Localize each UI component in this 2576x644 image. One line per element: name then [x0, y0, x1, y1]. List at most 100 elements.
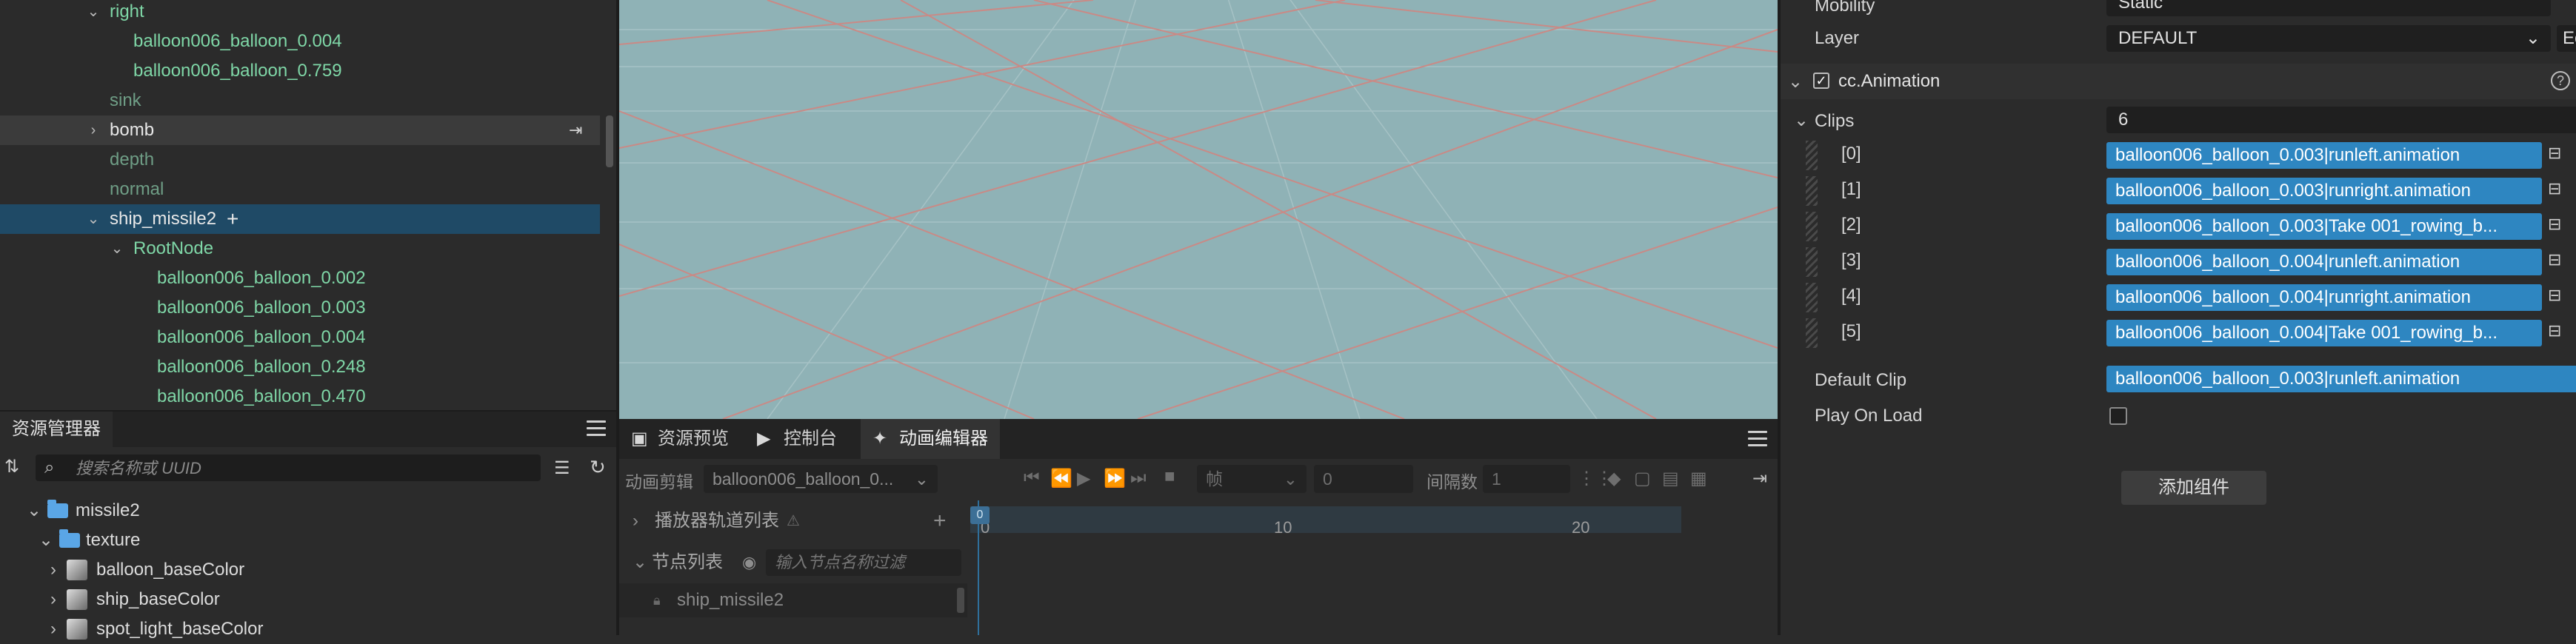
drag-handle[interactable] [1806, 283, 1818, 312]
scrollbar[interactable] [606, 115, 613, 167]
event-icon[interactable]: ▤ [1662, 468, 1679, 489]
keyframe-icon[interactable]: ◆ [1607, 468, 1621, 489]
asset-search-input[interactable] [74, 455, 521, 483]
chevron-down-icon[interactable]: ⌄ [110, 234, 124, 264]
tree-node-ship-missile2[interactable]: ⌄ ship_missile2 + [0, 204, 600, 234]
animation-timeline[interactable]: 0 10 20 0 [970, 500, 1778, 635]
layer-edit-button[interactable]: Ec [2557, 25, 2576, 52]
asset-picker-icon[interactable]: ⊟ [2548, 250, 2570, 272]
asset-picker-icon[interactable]: ⊟ [2548, 321, 2570, 343]
list-view-icon[interactable]: ☰ [554, 457, 570, 479]
eye-icon[interactable]: ◉ [742, 542, 756, 583]
open-prefab-icon[interactable]: ⇥ [569, 121, 587, 139]
frame-unit-select[interactable]: 帧 ⌄ [1197, 465, 1307, 493]
clip-asset-field[interactable]: balloon006_balloon_0.004|Take 001_rowing… [2106, 320, 2542, 346]
playhead-handle[interactable]: 0 [970, 506, 990, 524]
next-frame-icon[interactable]: ⏩ [1104, 468, 1126, 489]
chevron-down-icon[interactable]: ⌄ [1788, 71, 1803, 93]
asset-picker-icon[interactable]: ⊟ [2548, 179, 2570, 201]
drag-handle[interactable] [1806, 212, 1818, 241]
play-on-load-checkbox[interactable] [2109, 407, 2127, 425]
tab-asset-manager[interactable]: 资源管理器 [0, 412, 113, 447]
clip-asset-field[interactable]: balloon006_balloon_0.003|runleft.animati… [2106, 142, 2542, 169]
tree-node[interactable]: balloon006_balloon_0.470 [0, 382, 600, 409]
tree-node-normal[interactable]: normal [0, 175, 600, 204]
add-component-button[interactable]: 添加组件 [2121, 471, 2266, 505]
clips-count-input[interactable]: 6 [2106, 107, 2576, 133]
drag-handle[interactable] [1806, 141, 1818, 170]
drag-handle[interactable] [1806, 176, 1818, 206]
node-filter-input[interactable] [766, 549, 961, 576]
asset-folder-texture[interactable]: ⌄ texture [0, 526, 616, 555]
chevron-right-icon[interactable]: › [50, 555, 56, 585]
panel-menu-icon[interactable] [1748, 431, 1767, 447]
frame-input[interactable]: 0 [1314, 465, 1413, 493]
jump-to-start-icon[interactable]: ⏮ [1024, 468, 1040, 489]
sort-icon[interactable]: ⇅ [4, 456, 30, 478]
tree-node[interactable]: balloon006_balloon_0.759 [0, 56, 600, 86]
asset-item[interactable]: › balloon_baseColor [0, 555, 616, 585]
clip-asset-field[interactable]: balloon006_balloon_0.003|runright.animat… [2106, 178, 2542, 204]
chevron-right-icon[interactable]: › [50, 585, 56, 614]
bottom-tab-bar: ▣ 资源预览 ▶ 控制台 ✦ 动画编辑器 [619, 419, 1778, 459]
chevron-down-icon[interactable]: ⌄ [27, 496, 41, 526]
tree-node[interactable]: balloon006_balloon_0.003 [0, 293, 600, 323]
component-header[interactable]: ⌄ ✓ cc.Animation ? [1781, 64, 2576, 99]
exit-editor-icon[interactable]: ⇥ [1752, 468, 1767, 489]
clip-asset-field[interactable]: balloon006_balloon_0.004|runright.animat… [2106, 284, 2542, 311]
clip-asset-field[interactable]: balloon006_balloon_0.004|runleft.animati… [2106, 249, 2542, 275]
play-icon[interactable]: ▶ [1077, 468, 1090, 489]
player-tracks-section[interactable]: › 播放器轨道列表 ⚠ + [619, 500, 967, 542]
asset-picker-icon[interactable]: ⊟ [2548, 286, 2570, 308]
help-icon[interactable]: ? [2551, 71, 2570, 90]
chevron-right-icon[interactable]: › [50, 614, 56, 644]
tree-node-rootnode[interactable]: ⌄ RootNode [0, 234, 600, 264]
add-track-icon[interactable]: + [933, 500, 947, 542]
default-clip-field[interactable]: balloon006_balloon_0.003|runleft.animati… [2106, 366, 2576, 392]
layer-select[interactable]: DEFAULT ⌄ [2106, 25, 2551, 52]
tree-node[interactable]: balloon006_balloon_0.004 [0, 323, 600, 352]
mobility-select[interactable]: Static [2106, 0, 2551, 16]
interval-input[interactable]: 1 [1483, 465, 1570, 493]
component-enabled-checkbox[interactable]: ✓ [1813, 73, 1829, 89]
clip-asset-field[interactable]: balloon006_balloon_0.003|Take 001_rowing… [2106, 213, 2542, 240]
tab-console[interactable]: ▶ 控制台 [745, 419, 849, 459]
asset-picker-icon[interactable]: ⊟ [2548, 215, 2570, 237]
asset-folder-missile2[interactable]: ⌄ missile2 [0, 496, 616, 526]
tree-node[interactable]: balloon006_balloon_0.002 [0, 264, 600, 293]
asset-item[interactable]: › spot_light_baseColor [0, 614, 616, 644]
drag-handle[interactable] [1806, 318, 1818, 348]
clip-select[interactable]: balloon006_balloon_0... ⌄ [704, 465, 938, 493]
chevron-right-icon[interactable]: › [86, 115, 101, 145]
panel-menu-icon[interactable] [587, 420, 606, 437]
lock-icon[interactable]: 🔒︎ [653, 583, 661, 617]
timeline-ruler[interactable]: 0 10 20 [970, 506, 1681, 537]
tree-node[interactable]: balloon006_balloon_0.248 [0, 352, 600, 382]
chevron-down-icon[interactable]: ⌄ [1794, 110, 1809, 131]
drag-handle[interactable] [1806, 247, 1818, 277]
tree-node[interactable]: balloon006_balloon_0.004 [0, 27, 600, 56]
chevron-down-icon[interactable]: ⌄ [633, 542, 647, 583]
tree-node-depth[interactable]: depth [0, 145, 600, 175]
tree-node-bomb[interactable]: › bomb ⇥ [0, 115, 600, 145]
tree-node-right[interactable]: ⌄ right [0, 0, 600, 27]
stop-icon[interactable]: ■ [1164, 466, 1175, 487]
scene-viewport[interactable] [619, 0, 1778, 419]
tab-animation-editor[interactable]: ✦ 动画编辑器 [861, 419, 1000, 459]
chevron-down-icon[interactable]: ⌄ [86, 0, 101, 27]
chevron-down-icon[interactable]: ⌄ [86, 204, 101, 234]
node-list-section[interactable]: ⌄ 节点列表 ◉ [619, 542, 967, 583]
jump-to-end-icon[interactable]: ⏭ [1130, 468, 1147, 489]
previous-frame-icon[interactable]: ⏪ [1050, 468, 1072, 489]
refresh-icon[interactable]: ↻ [590, 456, 606, 479]
save-icon[interactable]: ▢ [1634, 468, 1651, 489]
tab-asset-preview[interactable]: ▣ 资源预览 [619, 419, 741, 459]
node-list-item[interactable]: 🔒︎ ship_missile2 [619, 583, 967, 617]
scrollbar[interactable] [957, 588, 964, 613]
chevron-down-icon[interactable]: ⌄ [39, 526, 53, 555]
chevron-right-icon[interactable]: › [633, 500, 638, 542]
asset-item[interactable]: › ship_baseColor [0, 585, 616, 614]
tree-node-sink[interactable]: sink [0, 86, 600, 115]
asset-picker-icon[interactable]: ⊟ [2548, 144, 2570, 166]
edit-icon[interactable]: ▦ [1690, 468, 1707, 489]
